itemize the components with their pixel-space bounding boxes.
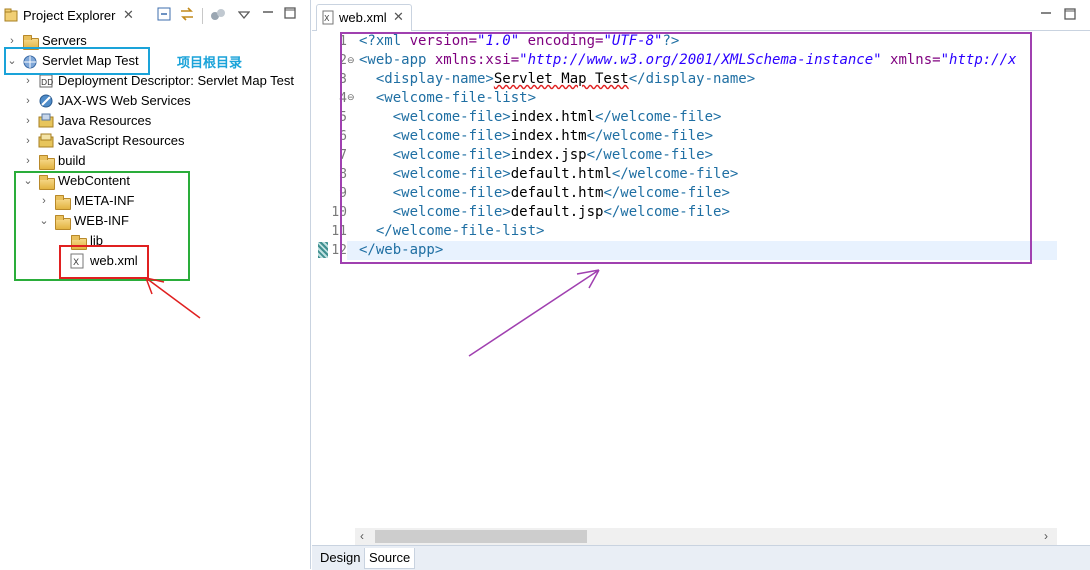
web-services-icon — [38, 93, 54, 109]
chevron-right-icon[interactable]: › — [22, 111, 34, 131]
tab-design[interactable]: Design — [316, 548, 364, 568]
xml-file-icon: X — [322, 10, 334, 28]
link-with-editor-icon[interactable] — [178, 7, 196, 25]
java-resources-icon — [38, 113, 54, 129]
minimize-icon[interactable] — [1040, 8, 1052, 23]
tree-item-javascript-resources[interactable]: › JavaScript Resources — [0, 131, 300, 151]
tab-source[interactable]: Source — [364, 548, 416, 569]
project-explorer-title: Project Explorer — [23, 8, 116, 23]
maximize-icon[interactable] — [1064, 8, 1076, 23]
editor-tabbar — [312, 0, 1090, 31]
tree-item-label: Java Resources — [58, 113, 152, 128]
red-annotation-arrow — [145, 277, 201, 319]
scroll-left-icon[interactable]: ‹ — [360, 529, 364, 543]
project-root-annotation: 项目根目录 — [177, 56, 243, 71]
svg-text:DD: DD — [41, 78, 53, 87]
editor-tab-title: web.xml — [339, 10, 387, 25]
vertical-scrollbar[interactable] — [1057, 31, 1074, 528]
web-xml-highlight-box — [59, 245, 149, 279]
tree-item-java-resources[interactable]: › Java Resources — [0, 111, 300, 131]
tree-item-label: JAX-WS Web Services — [58, 93, 191, 108]
view-menu-icon[interactable] — [237, 8, 251, 23]
minimize-icon[interactable] — [262, 7, 274, 22]
current-line-marker — [318, 242, 328, 258]
maximize-icon[interactable] — [284, 7, 296, 22]
project-root-highlight-box — [4, 47, 150, 75]
project-explorer-tab[interactable]: Project Explorer ✕ — [2, 3, 140, 29]
editor-bottom-tabs: Design Source — [312, 545, 1090, 570]
deployment-descriptor-icon: DD — [38, 73, 54, 89]
editor-gutter — [312, 31, 329, 528]
scroll-right-icon[interactable]: › — [1044, 529, 1048, 543]
chevron-right-icon[interactable]: › — [22, 91, 34, 111]
close-icon[interactable]: ✕ — [123, 7, 134, 23]
close-icon[interactable]: ✕ — [393, 9, 404, 25]
tree-item-build[interactable]: › build — [0, 151, 300, 171]
purple-annotation-arrow — [468, 269, 600, 357]
editor-tab-web-xml[interactable]: X web.xml ✕ — [316, 4, 412, 31]
tree-item-label: build — [58, 153, 86, 168]
toolbar-separator — [202, 8, 203, 24]
collapse-all-icon[interactable] — [155, 7, 173, 25]
tree-item-label: JavaScript Resources — [58, 133, 185, 148]
filter-icon[interactable] — [209, 7, 227, 25]
chevron-right-icon[interactable]: › — [22, 131, 34, 151]
tree-item-jaxws[interactable]: › JAX-WS Web Services — [0, 91, 300, 111]
javascript-resources-icon — [38, 133, 54, 149]
chevron-right-icon[interactable]: › — [22, 151, 34, 171]
code-highlight-box — [340, 32, 1032, 264]
project-explorer-icon — [4, 8, 18, 22]
folder-icon — [38, 153, 55, 170]
svg-text:X: X — [324, 14, 330, 23]
horizontal-scrollbar-thumb[interactable] — [375, 530, 587, 543]
